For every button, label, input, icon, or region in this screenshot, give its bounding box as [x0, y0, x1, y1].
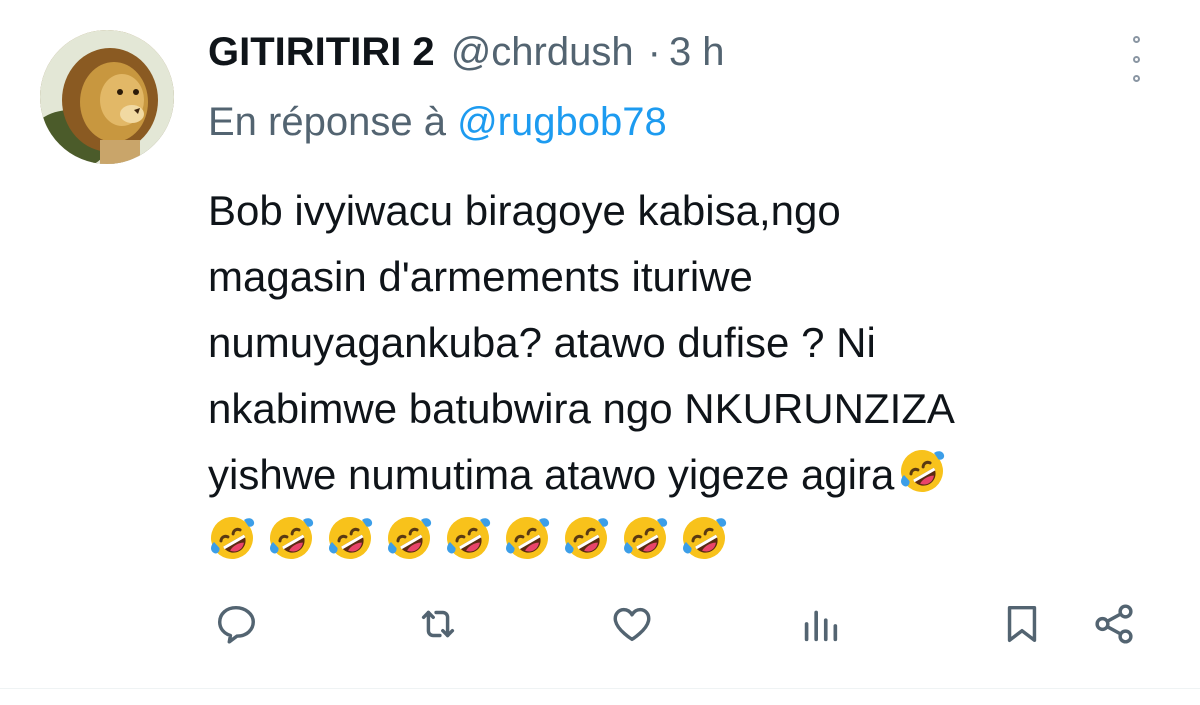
more-options-icon[interactable]	[1124, 36, 1148, 82]
rolling-on-floor-laughing-emoji-icon	[444, 514, 492, 562]
header-separator: ·	[647, 30, 661, 74]
tweet-text-line: Bob ivyiwacu biragoye kabisa,ngo	[208, 187, 841, 234]
rolling-on-floor-laughing-emoji-icon	[562, 514, 610, 562]
rolling-on-floor-laughing-emoji-icon	[503, 514, 551, 562]
tweet-header: GITIRITIRI 2 @chrdush · 3 h	[208, 30, 725, 80]
author-handle[interactable]: @chrdush	[451, 30, 634, 75]
bookmark-button[interactable]	[994, 596, 1050, 652]
rolling-on-floor-laughing-emoji-icon	[680, 514, 728, 562]
reply-prefix: En réponse à	[208, 100, 446, 144]
reply-context: En réponse à @rugbob78	[208, 100, 667, 145]
views-button[interactable]	[792, 596, 848, 652]
rolling-on-floor-laughing-emoji-icon	[898, 447, 946, 495]
retweet-icon	[421, 610, 455, 638]
rolling-on-floor-laughing-emoji-icon	[326, 514, 374, 562]
tweet-text-line: yishwe numutima atawo yigeze agira	[208, 451, 895, 498]
rolling-on-floor-laughing-emoji-icon	[621, 514, 669, 562]
tweet-text-line: magasin d'armements ituriwe	[208, 253, 753, 300]
share-icon	[1095, 604, 1133, 644]
reply-button[interactable]	[208, 596, 264, 652]
rolling-on-floor-laughing-emoji-icon	[267, 514, 315, 562]
emoji-row	[208, 514, 1168, 562]
heart-icon	[613, 607, 651, 642]
like-button[interactable]	[604, 596, 660, 652]
rolling-on-floor-laughing-emoji-icon	[385, 514, 433, 562]
tweet-timestamp[interactable]: 3 h	[669, 30, 725, 75]
rolling-on-floor-laughing-emoji-icon	[208, 514, 256, 562]
tweet-card[interactable]: GITIRITIRI 2 @chrdush · 3 h En réponse à…	[0, 0, 1200, 705]
tweet-text-line: nkabimwe batubwira ngo NKURUNZIZA	[208, 385, 955, 432]
retweet-button[interactable]	[410, 596, 466, 652]
tweet-text-line: numuyagankuba? atawo dufise ? Ni	[208, 319, 876, 366]
analytics-icon	[804, 610, 838, 642]
reply-icon	[217, 605, 255, 644]
author-display-name[interactable]: GITIRITIRI 2	[208, 30, 435, 75]
lion-avatar-icon[interactable]	[40, 30, 174, 164]
action-bar	[0, 590, 1200, 670]
tweet-text: Bob ivyiwacu biragoye kabisa,ngo magasin…	[208, 178, 1168, 562]
bookmark-icon	[1007, 605, 1037, 643]
share-button[interactable]	[1086, 596, 1142, 652]
reply-mention-link[interactable]: @rugbob78	[457, 100, 667, 144]
divider	[0, 688, 1200, 689]
tweet-text-line-last: yishwe numutima atawo yigeze agira	[208, 442, 1168, 508]
